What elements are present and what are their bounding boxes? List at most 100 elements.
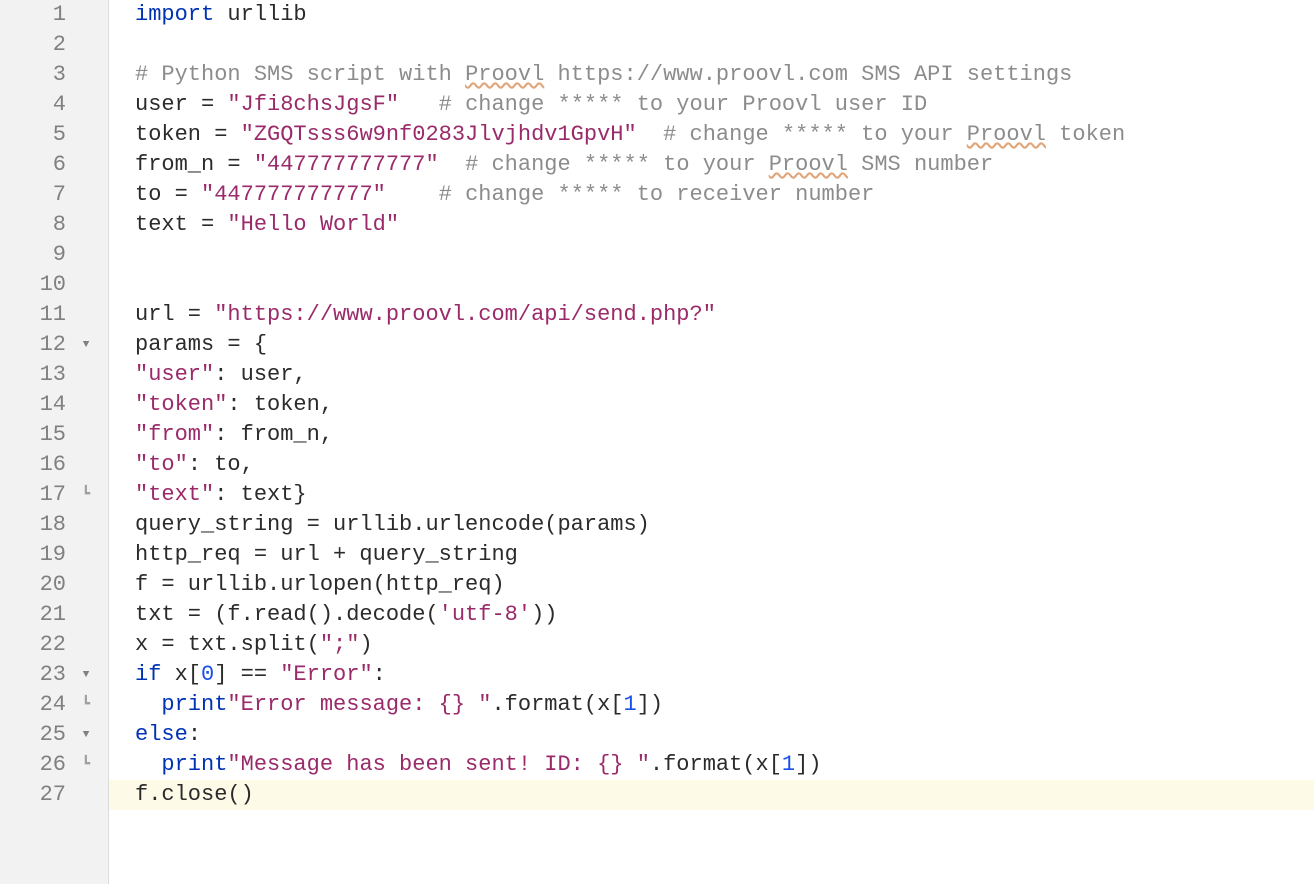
line-number: 7 bbox=[0, 180, 72, 210]
token-str: "Jfi8chsJgsF" bbox=[227, 92, 399, 117]
token-ident: : text} bbox=[214, 482, 306, 507]
gutter-line: 16 bbox=[0, 450, 108, 480]
token-kw: print bbox=[161, 752, 227, 777]
token-ident: f = urllib.urlopen(http_req) bbox=[135, 572, 505, 597]
code-line[interactable]: "user": user, bbox=[109, 360, 1314, 390]
token-ident: : bbox=[373, 662, 386, 687]
token-comment: # change ***** to receiver number bbox=[439, 182, 875, 207]
line-number: 13 bbox=[0, 360, 72, 390]
gutter-line: 1 bbox=[0, 0, 108, 30]
token-comment: token bbox=[1046, 122, 1125, 147]
code-line[interactable]: "to": to, bbox=[109, 450, 1314, 480]
gutter-line: 11 bbox=[0, 300, 108, 330]
token-kw: else bbox=[135, 722, 188, 747]
gutter-line: 10 bbox=[0, 270, 108, 300]
line-number: 10 bbox=[0, 270, 72, 300]
gutter-line: 18 bbox=[0, 510, 108, 540]
token-comment: https://www.proovl.com SMS API settings bbox=[544, 62, 1072, 87]
code-area[interactable]: import urllib # Python SMS script with Pr… bbox=[109, 0, 1314, 884]
code-line[interactable]: url = "https://www.proovl.com/api/send.p… bbox=[109, 300, 1314, 330]
gutter-line: 27 bbox=[0, 780, 108, 810]
code-line[interactable]: "token": token, bbox=[109, 390, 1314, 420]
line-number: 9 bbox=[0, 240, 72, 270]
code-line[interactable]: text = "Hello World" bbox=[109, 210, 1314, 240]
fold-end-icon[interactable]: ┗ bbox=[72, 480, 100, 510]
token-ident bbox=[439, 152, 465, 177]
token-ident bbox=[135, 752, 161, 777]
line-number: 25 bbox=[0, 720, 72, 750]
code-line[interactable]: params = { bbox=[109, 330, 1314, 360]
token-ident: user = bbox=[135, 92, 227, 117]
line-number: 23 bbox=[0, 660, 72, 690]
token-ident bbox=[399, 92, 439, 117]
code-line[interactable]: http_req = url + query_string bbox=[109, 540, 1314, 570]
fold-end-icon[interactable]: ┗ bbox=[72, 690, 100, 720]
token-ident: token = bbox=[135, 122, 241, 147]
token-comment: SMS number bbox=[848, 152, 993, 177]
gutter-line: 14 bbox=[0, 390, 108, 420]
token-ident: ]) bbox=[637, 692, 663, 717]
fold-toggle-icon[interactable]: ▼ bbox=[72, 720, 100, 750]
gutter-line: 24┗ bbox=[0, 690, 108, 720]
gutter: 123456789101112▼1314151617┗181920212223▼… bbox=[0, 0, 109, 884]
code-line[interactable] bbox=[109, 270, 1314, 300]
line-number: 11 bbox=[0, 300, 72, 330]
token-str: "ZGQTsss6w9nf0283Jlvjhdv1GpvH" bbox=[241, 122, 637, 147]
token-str: "from" bbox=[135, 422, 214, 447]
code-line[interactable]: token = "ZGQTsss6w9nf0283Jlvjhdv1GpvH" #… bbox=[109, 120, 1314, 150]
code-line[interactable]: to = "447777777777" # change ***** to re… bbox=[109, 180, 1314, 210]
token-ident: url = bbox=[135, 302, 214, 327]
token-str: "user" bbox=[135, 362, 214, 387]
code-line[interactable]: print"Message has been sent! ID: {} ".fo… bbox=[109, 750, 1314, 780]
code-line[interactable]: else: bbox=[109, 720, 1314, 750]
token-num: 1 bbox=[624, 692, 637, 717]
token-ident: query_string = urllib.urlencode(params) bbox=[135, 512, 650, 537]
token-comment: # Python SMS script with bbox=[135, 62, 465, 87]
token-str: "to" bbox=[135, 452, 188, 477]
token-str: "Hello World" bbox=[227, 212, 399, 237]
code-line[interactable]: "text": text} bbox=[109, 480, 1314, 510]
code-line[interactable]: f = urllib.urlopen(http_req) bbox=[109, 570, 1314, 600]
token-ident: text = bbox=[135, 212, 227, 237]
gutter-line: 4 bbox=[0, 90, 108, 120]
token-str: "Message has been sent! ID: {} " bbox=[227, 752, 649, 777]
code-line[interactable] bbox=[109, 30, 1314, 60]
line-number: 5 bbox=[0, 120, 72, 150]
token-str: "Error message: {} " bbox=[227, 692, 491, 717]
line-number: 17 bbox=[0, 480, 72, 510]
code-line[interactable]: if x[0] == "Error": bbox=[109, 660, 1314, 690]
token-str: "token" bbox=[135, 392, 227, 417]
line-number: 27 bbox=[0, 780, 72, 810]
token-ident: ] == bbox=[214, 662, 280, 687]
line-number: 24 bbox=[0, 690, 72, 720]
code-line[interactable]: f.close() bbox=[109, 780, 1314, 810]
fold-toggle-icon[interactable]: ▼ bbox=[72, 330, 100, 360]
line-number: 16 bbox=[0, 450, 72, 480]
token-ident: .format(x[ bbox=[650, 752, 782, 777]
gutter-line: 2 bbox=[0, 30, 108, 60]
token-str: "text" bbox=[135, 482, 214, 507]
token-kw: import bbox=[135, 2, 227, 27]
code-line[interactable] bbox=[109, 240, 1314, 270]
fold-toggle-icon[interactable]: ▼ bbox=[72, 660, 100, 690]
code-line[interactable]: user = "Jfi8chsJgsF" # change ***** to y… bbox=[109, 90, 1314, 120]
code-line[interactable]: txt = (f.read().decode('utf-8')) bbox=[109, 600, 1314, 630]
token-ident: : to, bbox=[188, 452, 254, 477]
token-kw: print bbox=[161, 692, 227, 717]
token-kw: if bbox=[135, 662, 175, 687]
code-line[interactable]: query_string = urllib.urlencode(params) bbox=[109, 510, 1314, 540]
code-line[interactable]: x = txt.split(";") bbox=[109, 630, 1314, 660]
token-str: "447777777777" bbox=[254, 152, 439, 177]
line-number: 18 bbox=[0, 510, 72, 540]
code-line[interactable]: import urllib bbox=[109, 0, 1314, 30]
fold-end-icon[interactable]: ┗ bbox=[72, 750, 100, 780]
gutter-line: 6 bbox=[0, 150, 108, 180]
token-ident: f.close() bbox=[135, 782, 254, 807]
code-line[interactable]: from_n = "447777777777" # change ***** t… bbox=[109, 150, 1314, 180]
token-ident: x[ bbox=[175, 662, 201, 687]
code-line[interactable]: # Python SMS script with Proovl https://… bbox=[109, 60, 1314, 90]
code-line[interactable]: print"Error message: {} ".format(x[1]) bbox=[109, 690, 1314, 720]
token-ident: txt = (f.read().decode( bbox=[135, 602, 439, 627]
code-line[interactable]: "from": from_n, bbox=[109, 420, 1314, 450]
line-number: 22 bbox=[0, 630, 72, 660]
